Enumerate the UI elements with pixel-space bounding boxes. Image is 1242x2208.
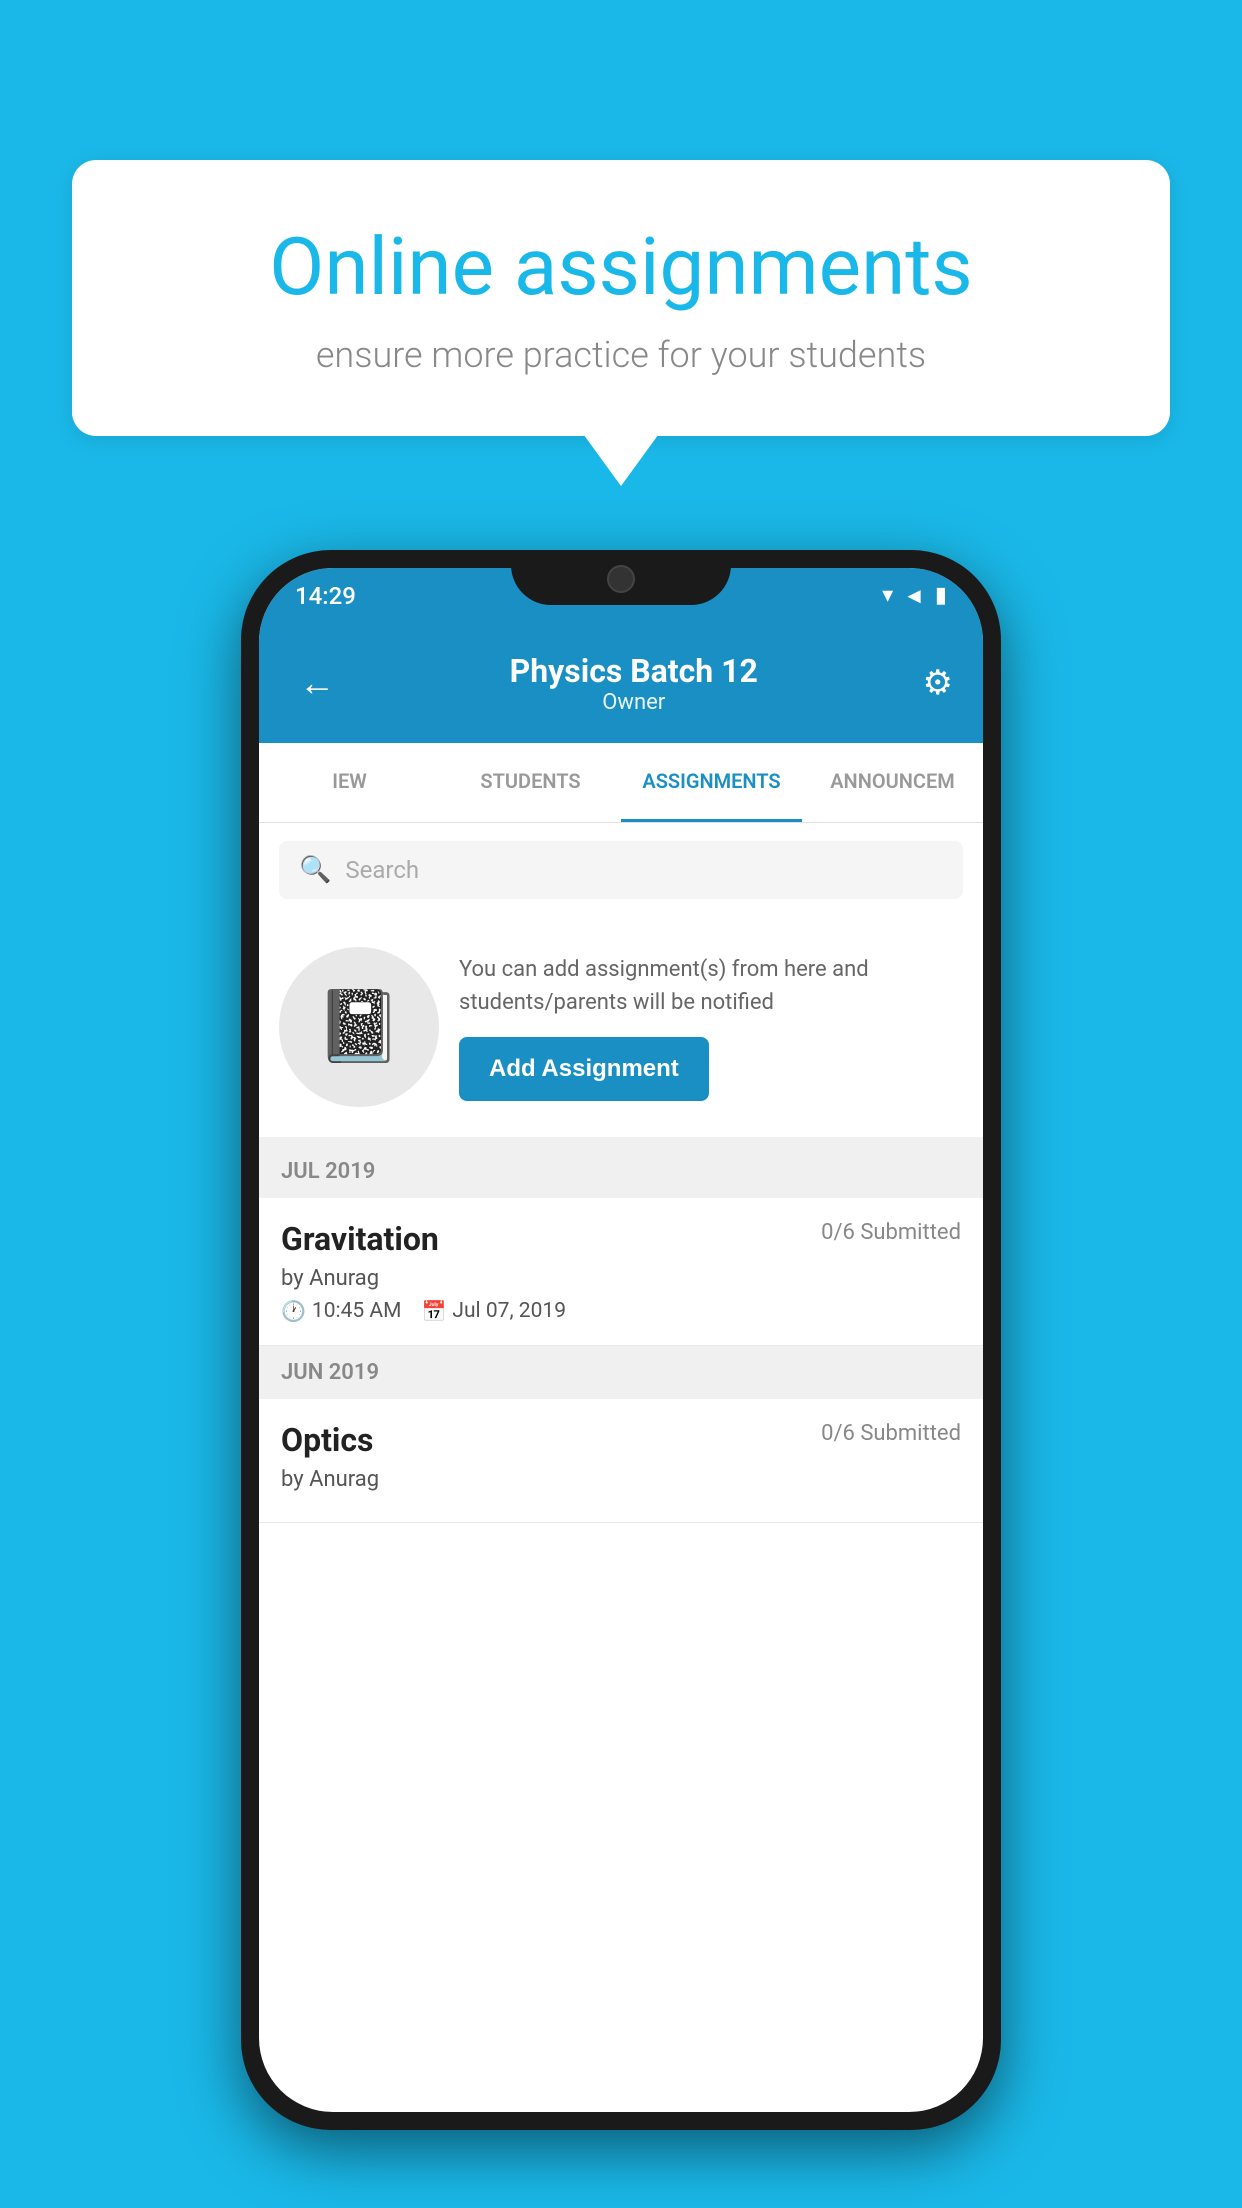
header-title-area: Physics Batch 12 Owner <box>345 652 923 715</box>
search-bar[interactable]: 🔍 Search <box>279 841 963 899</box>
tab-announcements[interactable]: ANNOUNCEM <box>802 743 983 822</box>
signal-icon: ◄ <box>903 583 925 609</box>
assignment-item-gravitation[interactable]: Gravitation 0/6 Submitted by Anurag 🕐 10… <box>259 1198 983 1346</box>
assignment-meta-gravitation: 🕐 10:45 AM 📅 Jul 07, 2019 <box>281 1299 961 1323</box>
phone-frame: 14:29 ▾ ◄ ▮ ← Physics Batch 12 Owner ⚙ I… <box>241 550 1001 2130</box>
app-header: ← Physics Batch 12 Owner ⚙ <box>259 623 983 743</box>
search-icon: 🔍 <box>299 855 331 885</box>
wifi-icon: ▾ <box>882 583 893 608</box>
main-title: Online assignments <box>152 220 1090 314</box>
promo-content: You can add assignment(s) from here and … <box>459 953 963 1101</box>
calendar-icon: 📅 <box>421 1299 446 1323</box>
main-subtitle: ensure more practice for your students <box>152 334 1090 376</box>
battery-icon: ▮ <box>935 583 947 608</box>
speech-bubble-container: Online assignments ensure more practice … <box>72 160 1170 436</box>
assignment-author-gravitation: by Anurag <box>281 1266 961 1291</box>
assignment-date: Jul 07, 2019 <box>452 1299 566 1323</box>
promo-icon-circle: 📓 <box>279 947 439 1107</box>
back-button[interactable]: ← <box>289 652 345 714</box>
tab-students[interactable]: STUDENTS <box>440 743 621 822</box>
batch-name: Physics Batch 12 <box>345 652 923 690</box>
assignment-submitted-gravitation: 0/6 Submitted <box>821 1220 961 1245</box>
speech-bubble: Online assignments ensure more practice … <box>72 160 1170 436</box>
tab-iew[interactable]: IEW <box>259 743 440 822</box>
notebook-icon: 📓 <box>315 986 402 1068</box>
search-placeholder: Search <box>345 856 419 884</box>
section-header-jul: JUL 2019 <box>259 1145 983 1198</box>
assignment-top-optics: Optics 0/6 Submitted <box>281 1421 961 1459</box>
camera <box>607 565 635 593</box>
assignment-author-optics: by Anurag <box>281 1467 961 1492</box>
tab-assignments[interactable]: ASSIGNMENTS <box>621 743 802 822</box>
assignment-title-optics: Optics <box>281 1421 373 1459</box>
assignment-top: Gravitation 0/6 Submitted <box>281 1220 961 1258</box>
phone-container: 14:29 ▾ ◄ ▮ ← Physics Batch 12 Owner ⚙ I… <box>241 550 1001 2130</box>
status-time: 14:29 <box>295 582 356 610</box>
status-icons: ▾ ◄ ▮ <box>882 583 947 609</box>
phone-notch <box>511 550 731 605</box>
clock-icon: 🕐 <box>281 1299 306 1323</box>
tabs-container: IEW STUDENTS ASSIGNMENTS ANNOUNCEM <box>259 743 983 823</box>
search-container: 🔍 Search <box>259 823 983 917</box>
time-meta: 🕐 10:45 AM <box>281 1299 401 1323</box>
assignment-title-gravitation: Gravitation <box>281 1220 439 1258</box>
promo-section: 📓 You can add assignment(s) from here an… <box>259 917 983 1145</box>
add-assignment-button[interactable]: Add Assignment <box>459 1037 709 1101</box>
section-header-jun: JUN 2019 <box>259 1346 983 1399</box>
phone-screen: 14:29 ▾ ◄ ▮ ← Physics Batch 12 Owner ⚙ I… <box>259 568 983 2112</box>
assignment-time: 10:45 AM <box>312 1299 402 1323</box>
assignment-item-optics[interactable]: Optics 0/6 Submitted by Anurag <box>259 1399 983 1523</box>
date-meta: 📅 Jul 07, 2019 <box>421 1299 566 1323</box>
settings-button[interactable]: ⚙ <box>923 663 953 703</box>
promo-description: You can add assignment(s) from here and … <box>459 953 963 1019</box>
assignment-submitted-optics: 0/6 Submitted <box>821 1421 961 1446</box>
header-role: Owner <box>345 690 923 715</box>
